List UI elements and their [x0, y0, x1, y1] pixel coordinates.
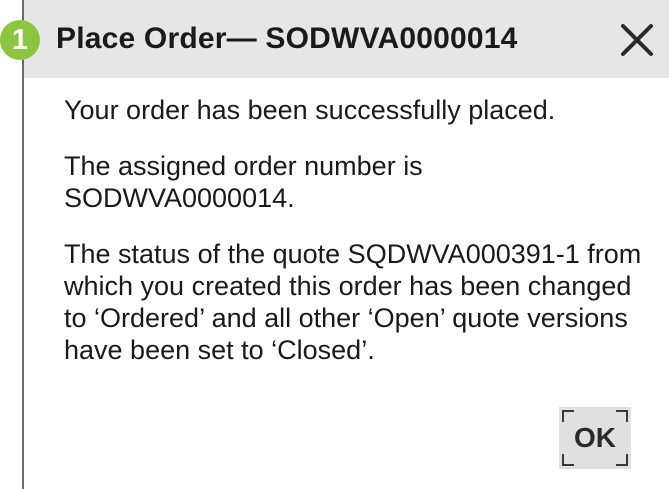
close-x-icon	[621, 24, 653, 56]
ok-button[interactable]: OK	[559, 407, 631, 469]
quote-status-message: The status of the quote SQDWVA000391-1 f…	[64, 239, 642, 365]
dialog-body: Your order has been successfully placed.…	[64, 94, 644, 366]
step-number-badge: 1	[0, 20, 40, 60]
ok-button-label: OK	[574, 422, 616, 453]
success-message: Your order has been successfully placed.	[64, 95, 556, 125]
order-number-message: The assigned order number is SODWVA00000…	[64, 151, 423, 213]
dialog-title: Place Order— SODWVA0000014	[56, 22, 518, 55]
dialog-titlebar: Place Order— SODWVA0000014	[24, 0, 669, 78]
place-order-dialog: Place Order— SODWVA0000014 Your order ha…	[22, 0, 669, 489]
close-button[interactable]	[617, 20, 657, 60]
